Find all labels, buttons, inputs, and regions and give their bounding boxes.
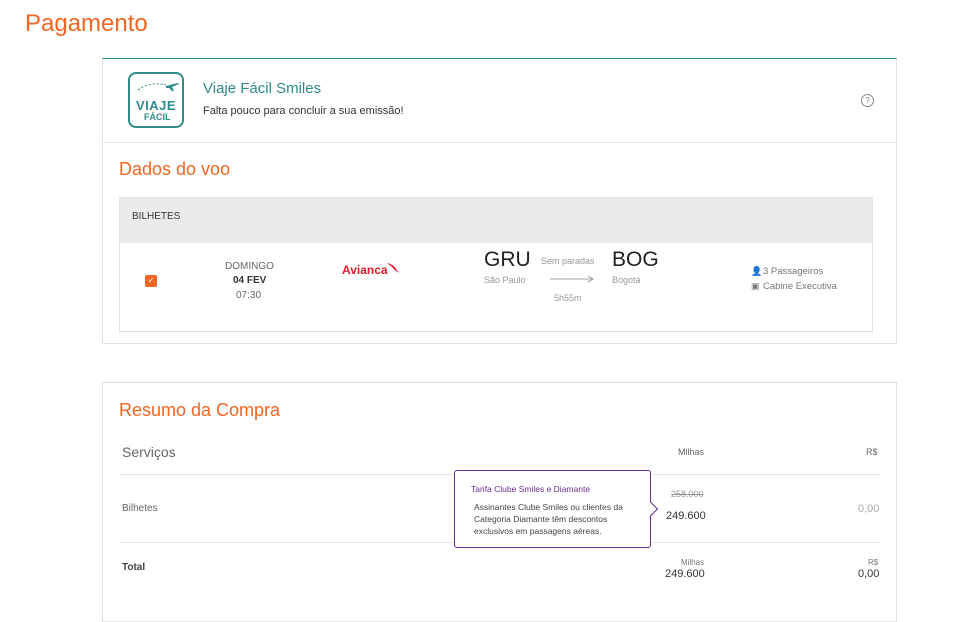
user-icon: 👤 <box>751 266 763 276</box>
tickets-row-label: Bilhetes <box>122 503 158 514</box>
viaje-facil-subtitle: Falta pouco para concluir a sua emissão! <box>203 105 404 117</box>
total-money: 0,00 <box>858 568 880 580</box>
tickets-header: BILHETES <box>120 198 872 243</box>
purchase-summary-title: Resumo da Compra <box>119 400 281 420</box>
tickets-header-label: BILHETES <box>132 211 181 222</box>
destination-city: Bogotá <box>612 275 641 285</box>
miles-column-header: Milhas <box>678 447 705 457</box>
logo-line-1: VIAJE <box>136 98 177 113</box>
avianca-bird-icon <box>387 263 399 273</box>
question-circle-icon[interactable]: ? <box>861 94 874 107</box>
passengers-label: 3 Passageiros <box>763 266 824 277</box>
viaje-facil-title: Viaje Fácil Smiles <box>203 80 322 97</box>
passengers-info: 👤3 Passageiros <box>751 266 823 277</box>
viaje-facil-header: VIAJE FÁCIL Viaje Fácil Smiles Falta pou… <box>103 59 896 143</box>
money-column-header: R$ <box>866 447 878 457</box>
airline-logo: Avianca <box>342 263 388 277</box>
flight-date: 04 FEV <box>233 275 267 286</box>
airplane-icon <box>137 83 179 91</box>
arrow-right-icon <box>550 275 594 283</box>
flight-card: VIAJE FÁCIL Viaje Fácil Smiles Falta pou… <box>102 58 897 344</box>
total-miles: 249.600 <box>665 568 705 580</box>
tooltip-title: Tarifa Clube Smiles e Diamante <box>471 484 591 494</box>
origin-city: São Paulo <box>484 275 526 285</box>
logo-line-2: FÁCIL <box>144 112 171 122</box>
origin-code: GRU <box>484 248 531 271</box>
services-header: Serviços <box>122 444 176 460</box>
flight-data-title: Dados do voo <box>119 159 231 179</box>
destination-code: BOG <box>612 248 659 271</box>
flight-day: DOMINGO <box>225 261 274 272</box>
cabin-info: ▣ Cabine Executiva <box>751 281 837 292</box>
tickets-miles: 249.600 <box>666 510 706 522</box>
discount-tooltip: Tarifa Clube Smiles e Diamante Assinante… <box>454 470 651 548</box>
cabin-label: Cabine Executiva <box>763 281 837 292</box>
seat-icon: ▣ <box>751 281 760 291</box>
tickets-money: 0,00 <box>858 503 880 515</box>
viaje-facil-logo: VIAJE FÁCIL <box>128 72 184 128</box>
total-label: Total <box>122 562 146 573</box>
flight-stops: Sem paradas <box>541 256 595 266</box>
tickets-box: BILHETES ✓ DOMINGO 04 FEV 07:30 Avianca … <box>119 197 873 332</box>
tickets-old-miles: 258.000 <box>671 489 704 499</box>
total-miles-label: Milhas <box>681 558 705 567</box>
flight-duration: 5h55m <box>554 293 582 303</box>
flight-time: 07:30 <box>236 290 262 301</box>
flight-select-checkbox[interactable]: ✓ <box>145 275 157 287</box>
page-title: Pagamento <box>25 10 148 37</box>
tooltip-body: Assinantes Clube Smiles ou clientes da C… <box>474 502 623 536</box>
total-money-label: R$ <box>868 558 879 567</box>
